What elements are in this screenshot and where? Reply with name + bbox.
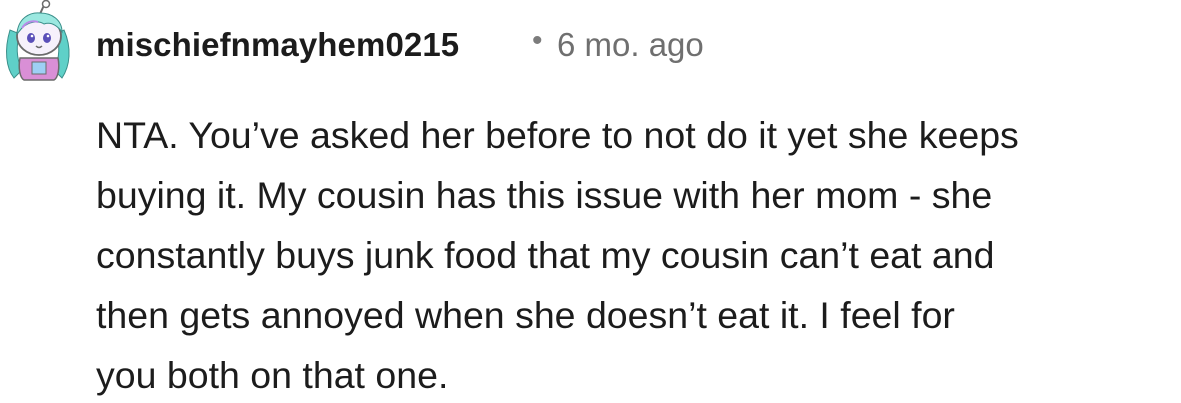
comment-header: mischiefnmayhem0215 • 6 mo. ago (0, 0, 1181, 90)
comment-body-line: NTA. You’ve asked her before to not do i… (96, 114, 1019, 156)
meta-separator: • (532, 24, 543, 57)
comment-body-line: constantly buys junk food that my cousin… (96, 234, 995, 276)
comment-body-line: you both on that one. (96, 354, 449, 396)
comment-body-line: buying it. My cousin has this issue with… (96, 174, 993, 216)
comment-body-line: then gets annoyed when she doesn’t eat i… (96, 294, 955, 336)
comment-body: NTA. You’ve asked her before to not do i… (96, 105, 1176, 403)
username[interactable]: mischiefnmayhem0215 (96, 26, 459, 64)
timestamp[interactable]: 6 mo. ago (557, 26, 704, 64)
comment: mischiefnmayhem0215 • 6 mo. ago NTA. You… (0, 0, 1181, 403)
avatar[interactable] (0, 0, 78, 82)
snoo-avatar-icon (6, 0, 70, 81)
